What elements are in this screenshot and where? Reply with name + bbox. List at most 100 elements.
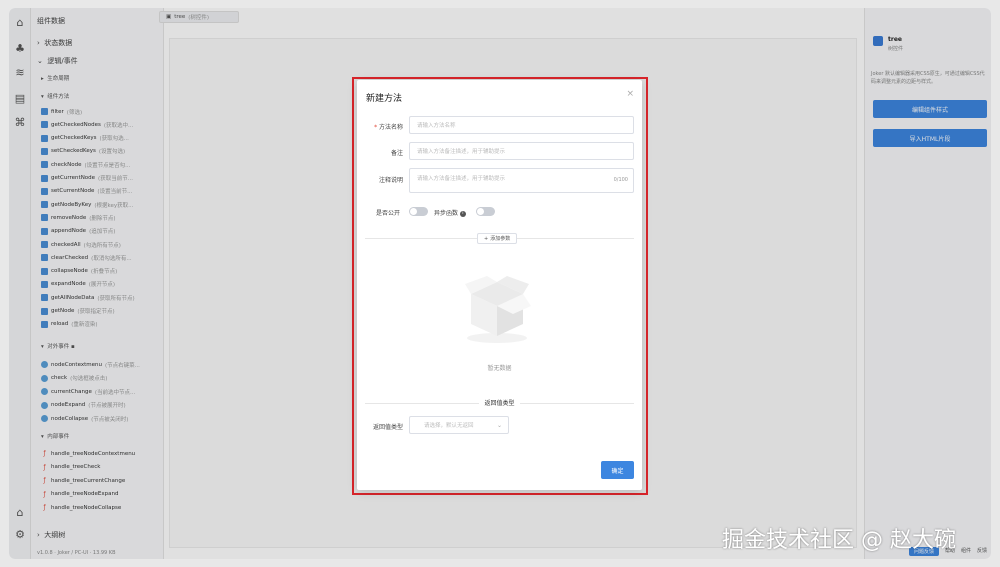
item-name: removeNode: [51, 214, 87, 221]
item-note: (获取所有节点): [97, 295, 135, 302]
item-note: (节点右键菜...: [105, 362, 140, 369]
component-note: Joker 默认编辑器采用CSS原生，可通过编辑CSS代码来调整元素的边距与样式…: [871, 71, 985, 85]
plus-icon: +: [484, 235, 489, 242]
handler-item[interactable]: ƒ handle_treeCheck: [41, 462, 100, 473]
command-icon[interactable]: ⌘: [13, 116, 27, 130]
return-type-select[interactable]: 请选择，默认无返回 ⌄: [409, 416, 509, 434]
home-icon[interactable]: ⌂: [13, 506, 27, 520]
handler-item[interactable]: ƒ handle_treeNodeCollapse: [41, 502, 121, 513]
async-switch[interactable]: [476, 207, 495, 216]
comment-label: 注释说明: [378, 177, 403, 184]
handler-item[interactable]: ƒ handle_treeCurrentChange: [41, 475, 125, 486]
function-icon: ƒ: [43, 477, 46, 484]
event-item[interactable]: nodeContextmenu (节点右键菜...: [41, 359, 140, 370]
confirm-button[interactable]: 确定: [601, 461, 634, 479]
item-name: getAllNodeData: [51, 294, 95, 301]
icon-rail: ⌂ ♣ ≋ ▤ ⌘ ⌂ ⚙: [9, 8, 31, 559]
external-events-group[interactable]: ▾ 对外事件 ▪: [41, 342, 75, 350]
method-item[interactable]: getCurrentNode (获取当前节...: [41, 173, 133, 184]
method-icon: [41, 187, 48, 195]
method-item[interactable]: filter (筛选): [41, 106, 82, 117]
event-item[interactable]: nodeExpand (节点被展开时): [41, 400, 126, 411]
method-icon: [41, 280, 48, 288]
item-note: (展开节点): [88, 282, 116, 289]
version-info: v1.0.8 · Joker / PC-UI · 13.99 KB: [37, 550, 116, 556]
public-switch[interactable]: [409, 207, 428, 216]
method-icon: [41, 134, 48, 142]
item-name: getNodeByKey: [51, 201, 92, 208]
method-item[interactable]: getAllNodeData (获取所有节点): [41, 292, 135, 303]
item-name: handle_treeNodeExpand: [51, 491, 119, 497]
remark-label: 备注: [390, 150, 403, 157]
dialog-title: 新建方法: [366, 94, 403, 104]
outline-section[interactable]: › 大纲树: [37, 530, 65, 540]
method-icon: [41, 147, 48, 155]
canvas-tab[interactable]: ▣ tree (树控件): [159, 11, 239, 23]
item-note: (设置勾选): [98, 149, 126, 156]
item-note: (节点被展开时): [88, 403, 126, 409]
logic-section[interactable]: ⌄ 逻辑/事件: [37, 56, 78, 66]
item-name: currentChange: [51, 388, 92, 395]
item-name: getCurrentNode: [51, 175, 96, 181]
method-icon: [41, 267, 48, 275]
internal-events-group[interactable]: ▾ 内部事件: [41, 432, 69, 440]
lifecycle-group[interactable]: ▸ 生命周期: [41, 74, 69, 82]
method-item[interactable]: setCheckedKeys (设置勾选): [41, 146, 125, 157]
function-icon: ƒ: [43, 490, 46, 498]
function-icon: ƒ: [43, 504, 46, 511]
item-note: (勾选框被点击): [70, 376, 108, 382]
method-item[interactable]: collapseNode (折叠节点): [41, 266, 117, 277]
method-name-input[interactable]: 请输入方法名称: [409, 116, 634, 134]
settings-icon[interactable]: ⚙: [13, 528, 27, 542]
component-name: tree: [888, 36, 902, 43]
panel-title: 组件数据: [37, 17, 65, 25]
item-name: getCheckedNodes: [51, 121, 101, 128]
method-item[interactable]: checkNode (设置节点是否勾...: [41, 159, 130, 170]
event-icon: [41, 415, 48, 422]
component-icon[interactable]: ♣: [13, 42, 27, 56]
component-data-panel: 组件数据 › 状态数据 ⌄ 逻辑/事件 ▸ 生命周期 ▾ 组件方法 filter…: [31, 8, 164, 559]
method-item[interactable]: getCheckedKeys (获取勾选...: [41, 133, 129, 144]
method-item[interactable]: reload (重新渲染): [41, 319, 98, 330]
footer-feedback[interactable]: 反馈: [977, 547, 987, 556]
methods-group[interactable]: ▾ 组件方法: [41, 92, 69, 100]
event-item[interactable]: nodeCollapse (节点被关闭时): [41, 413, 128, 424]
comment-textarea[interactable]: 请输入方法备注描述，用于辅助提示 0/100: [409, 168, 634, 193]
method-item[interactable]: getNodeByKey (根据key获取...: [41, 199, 133, 210]
method-item[interactable]: expandNode (展开节点): [41, 279, 115, 290]
method-icon: [41, 161, 48, 169]
edit-style-button[interactable]: 编辑组件样式: [873, 100, 987, 118]
component-subtitle: 树控件: [888, 46, 904, 52]
method-item[interactable]: setCurrentNode (设置当前节...: [41, 186, 132, 197]
item-name: filter: [51, 108, 64, 115]
method-icon: [41, 320, 48, 328]
event-item[interactable]: check (勾选框被点击): [41, 373, 107, 384]
layers-icon[interactable]: ≋: [13, 66, 27, 80]
robot-icon[interactable]: ⌂: [13, 16, 27, 30]
footer-component[interactable]: 组件: [961, 547, 971, 556]
empty-text: 暂无数据: [487, 365, 512, 372]
remark-input[interactable]: 请输入方法备注描述，用于辅助提示: [409, 142, 634, 160]
method-item[interactable]: checkedAll (勾选所有节点): [41, 239, 121, 250]
method-item[interactable]: getNode (获取指定节点): [41, 306, 115, 317]
method-item[interactable]: clearChecked (取消勾选所有...: [41, 252, 132, 263]
handler-item[interactable]: ƒ handle_treeNodeContextmenu: [41, 448, 135, 459]
item-name: collapseNode: [51, 268, 88, 275]
add-param-button[interactable]: + 添加参数: [477, 233, 518, 244]
method-icon: [41, 241, 48, 248]
event-item[interactable]: currentChange (当前选中节点...: [41, 386, 135, 397]
function-icon: ƒ: [43, 463, 46, 471]
import-html-button[interactable]: 导入HTML片段: [873, 129, 987, 147]
method-item[interactable]: removeNode (删除节点): [41, 212, 116, 223]
handler-item[interactable]: ƒ handle_treeNodeExpand: [41, 489, 118, 500]
item-name: expandNode: [51, 281, 86, 288]
close-icon[interactable]: ×: [626, 89, 634, 99]
method-item[interactable]: appendNode (追加节点): [41, 226, 115, 237]
code-icon[interactable]: ▤: [13, 92, 27, 106]
state-section[interactable]: › 状态数据: [37, 38, 72, 48]
properties-panel: tree 树控件 Joker 默认编辑器采用CSS原生，可通过编辑CSS代码来调…: [864, 8, 991, 559]
item-name: reload: [51, 321, 69, 328]
item-name: getCheckedKeys: [51, 135, 97, 142]
method-item[interactable]: getCheckedNodes (获取选中...: [41, 119, 133, 130]
item-name: checkedAll: [51, 241, 81, 248]
